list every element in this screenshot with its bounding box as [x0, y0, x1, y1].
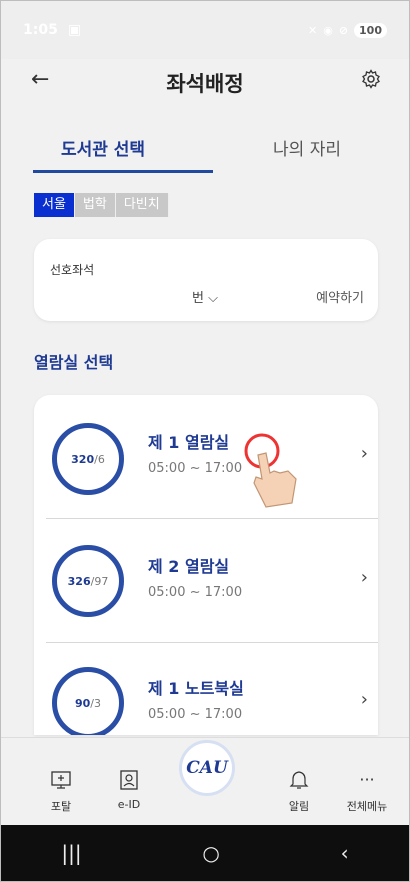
block-icon: ⊘	[338, 23, 349, 37]
nav-alerts[interactable]: 알림	[269, 738, 329, 814]
campus-selector: 서울 법학 다빈치	[34, 193, 169, 217]
gear-icon[interactable]	[361, 69, 381, 93]
occupancy-ring: 320 / 6	[52, 423, 124, 495]
room-total: 320	[71, 452, 95, 466]
room-name: 제 1 열람실	[148, 433, 230, 452]
room-list: 320 / 6 제 1 열람실 05:00 ~ 17:00 › 326 / 97…	[34, 395, 378, 735]
battery-indicator: 100	[354, 22, 387, 38]
room-item[interactable]: 326 / 97 제 2 열람실 05:00 ~ 17:00 ›	[34, 519, 378, 643]
top-bar: ← 좌석배정	[1, 59, 409, 107]
campus-chip-law[interactable]: 법학	[74, 193, 116, 217]
preferred-seat-card: 선호좌석 번 ⌵ 예약하기	[34, 239, 378, 321]
room-total: 90	[74, 696, 91, 710]
android-nav-bar: ||| ○ ‹	[1, 825, 409, 881]
tab-bar: 도서관 선택 나의 자리	[1, 127, 409, 175]
wifi-icon: ◉	[323, 23, 333, 37]
mute-icon: ✕	[307, 23, 318, 37]
preferred-seat-label: 선호좌석	[50, 263, 95, 277]
nav-eid[interactable]: e-ID	[99, 738, 159, 811]
screenshot-icon: ▣	[67, 22, 82, 38]
chevron-right-icon: ›	[360, 689, 368, 710]
monitor-icon	[51, 771, 71, 789]
nav-portal[interactable]: 포탈	[31, 738, 91, 814]
room-hours: 05:00 ~ 17:00	[148, 461, 243, 476]
status-time: 1:05	[23, 22, 58, 38]
tab-my-seat[interactable]: 나의 자리	[205, 127, 409, 175]
room-name: 제 2 열람실	[148, 557, 230, 576]
bottom-nav: 포탈 e-ID CAU 알림 ··· 전체메뉴	[1, 737, 409, 827]
section-title: 열람실 선택	[34, 353, 114, 372]
room-hours: 05:00 ~ 17:00	[148, 707, 243, 722]
app-frame: 1:05 ▣ ✕ ◉ ⊘ 100 ← 좌석배정 도서관 선택 나의 자리 서울 …	[0, 0, 410, 882]
campus-chip-seoul[interactable]: 서울	[34, 193, 75, 217]
status-bar: 1:05 ▣ ✕ ◉ ⊘ 100	[1, 1, 409, 59]
touch-indicator-icon	[244, 433, 297, 508]
chevron-down-icon: ⌵	[208, 291, 218, 306]
chevron-right-icon: ›	[360, 567, 368, 588]
room-total: 326	[67, 574, 91, 588]
bell-icon	[289, 771, 309, 789]
cau-logo-button[interactable]: CAU	[179, 740, 235, 796]
android-back-icon[interactable]: ‹	[341, 841, 349, 865]
nav-menu-label: 전체메뉴	[346, 800, 388, 813]
campus-chip-davinci[interactable]: 다빈치	[115, 193, 169, 217]
seat-number-dropdown[interactable]: 번 ⌵	[192, 287, 218, 306]
nav-menu[interactable]: ··· 전체메뉴	[337, 738, 397, 814]
back-arrow-icon[interactable]: ←	[31, 67, 49, 92]
room-item[interactable]: 90 / 3 제 1 노트북실 05:00 ~ 17:00 ›	[34, 643, 378, 735]
recent-apps-icon[interactable]: |||	[61, 841, 81, 865]
chevron-right-icon: ›	[360, 443, 368, 464]
occupancy-ring: 326 / 97	[52, 545, 124, 617]
nav-portal-label: 포탈	[50, 800, 72, 813]
more-dots-icon: ···	[359, 770, 375, 789]
nav-eid-label: e-ID	[117, 798, 141, 811]
seat-suffix: 번	[192, 291, 204, 306]
room-avail: 6	[97, 452, 105, 466]
room-item[interactable]: 320 / 6 제 1 열람실 05:00 ~ 17:00 ›	[34, 395, 378, 519]
nav-alerts-label: 알림	[288, 800, 310, 813]
room-name: 제 1 노트북실	[148, 679, 244, 698]
room-avail: 97	[94, 574, 109, 588]
id-card-icon	[120, 770, 138, 790]
page-title: 좌석배정	[166, 72, 244, 96]
reserve-button[interactable]: 예약하기	[316, 287, 364, 306]
room-hours: 05:00 ~ 17:00	[148, 585, 243, 600]
room-avail: 3	[94, 696, 102, 710]
home-icon[interactable]: ○	[202, 841, 219, 865]
tab-library-select[interactable]: 도서관 선택	[1, 127, 213, 175]
occupancy-ring: 90 / 3	[52, 667, 124, 735]
